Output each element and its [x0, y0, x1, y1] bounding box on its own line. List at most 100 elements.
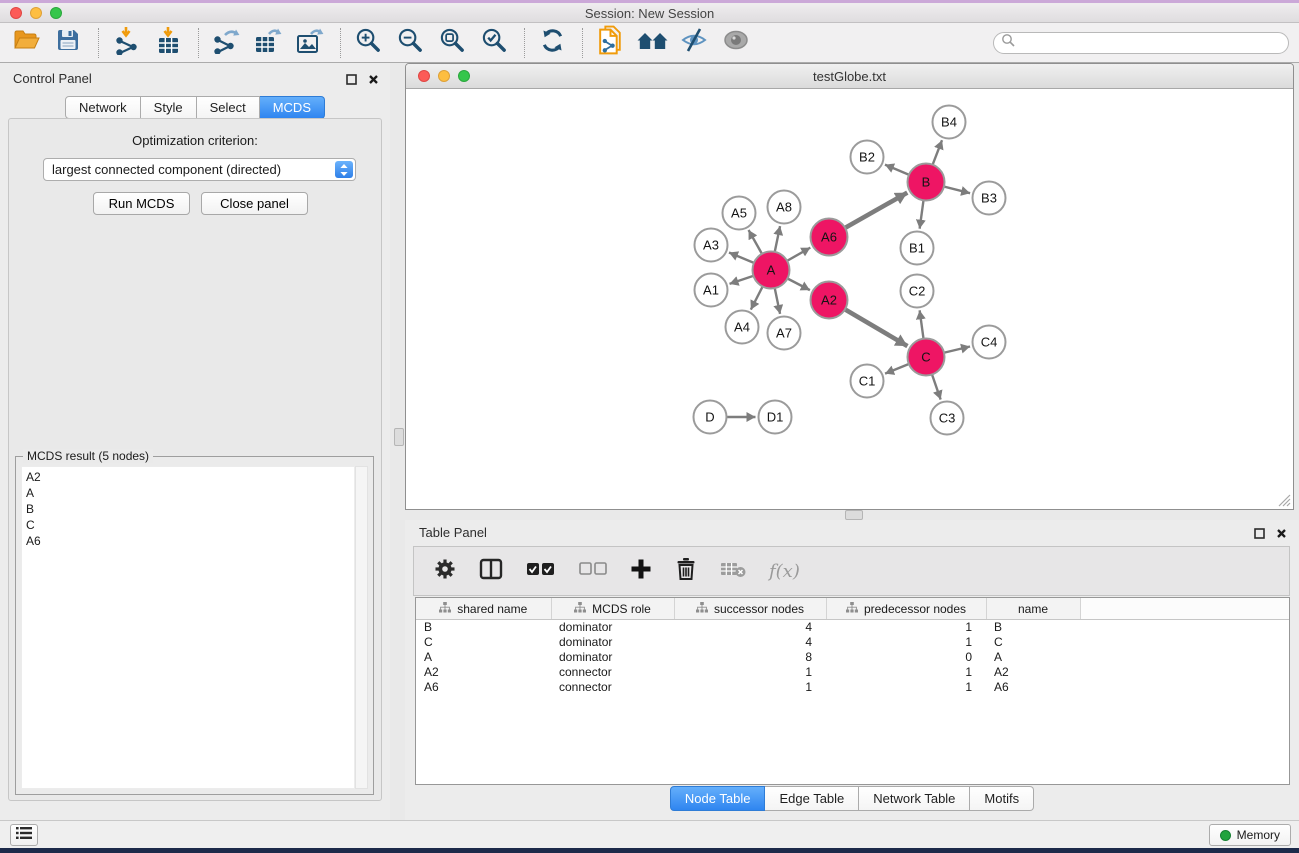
table-cell[interactable]: 1 [826, 620, 986, 636]
export-image-button[interactable] [294, 27, 326, 59]
table-cell[interactable]: B [416, 620, 551, 636]
zoom-selected-button[interactable] [478, 27, 510, 59]
import-network-button[interactable] [110, 27, 142, 59]
float-panel-icon[interactable] [346, 72, 357, 90]
float-table-panel-icon[interactable] [1254, 526, 1265, 544]
column-header-name[interactable]: name [986, 598, 1080, 620]
window-resize-grip[interactable] [1278, 494, 1291, 507]
zoom-fit-button[interactable] [436, 27, 468, 59]
close-table-panel-icon[interactable] [1276, 526, 1287, 544]
new-session-button[interactable] [594, 27, 626, 59]
network-canvas[interactable]: B4B2BB3A8A5A6A3B1AA1C2A2A4A7C4CC1C3DD1 [406, 89, 1293, 509]
table-row[interactable]: Bdominator41B [416, 620, 1289, 636]
task-history-button[interactable] [10, 824, 38, 846]
table-cell[interactable]: A2 [416, 665, 551, 680]
graph-node-A[interactable]: A [753, 252, 790, 289]
table-cell[interactable]: 1 [826, 680, 986, 695]
table-cell[interactable]: 1 [674, 665, 826, 680]
column-header-shared-name[interactable]: shared name [416, 598, 551, 620]
search-input[interactable] [1019, 33, 1288, 53]
open-session-button[interactable] [10, 27, 42, 59]
memory-button[interactable]: Memory [1209, 824, 1291, 846]
table-cell[interactable]: A2 [986, 665, 1080, 680]
table-cell[interactable]: 4 [674, 635, 826, 650]
graph-node-D1[interactable]: D1 [759, 401, 792, 434]
table-row[interactable]: Cdominator41C [416, 635, 1289, 650]
table-cell[interactable]: 1 [826, 635, 986, 650]
import-table-button[interactable] [152, 27, 184, 59]
deselect-all-button[interactable] [579, 562, 607, 581]
graph-node-B4[interactable]: B4 [933, 106, 966, 139]
graph-node-D[interactable]: D [694, 401, 727, 434]
apply-function-button[interactable]: f(x) [769, 561, 800, 582]
column-header-predecessor-nodes[interactable]: predecessor nodes [826, 598, 986, 620]
graph-node-B2[interactable]: B2 [851, 141, 884, 174]
table-settings-button[interactable] [434, 558, 456, 585]
table-cell[interactable]: A [416, 650, 551, 665]
table-cell[interactable]: dominator [551, 650, 674, 665]
table-row[interactable]: A2connector11A2 [416, 665, 1289, 680]
graph-node-C4[interactable]: C4 [973, 326, 1006, 359]
graph-node-C1[interactable]: C1 [851, 365, 884, 398]
run-mcds-button[interactable]: Run MCDS [93, 192, 190, 215]
delete-table-button[interactable] [720, 560, 746, 583]
graph-node-B3[interactable]: B3 [973, 182, 1006, 215]
table-cell[interactable]: A6 [416, 680, 551, 695]
table-cell[interactable]: C [986, 635, 1080, 650]
graph-node-C2[interactable]: C2 [901, 275, 934, 308]
graph-node-A5[interactable]: A5 [723, 197, 756, 230]
table-cell[interactable]: 4 [674, 620, 826, 636]
mcds-result-item[interactable]: A6 [26, 533, 354, 549]
graph-node-A7[interactable]: A7 [768, 317, 801, 350]
toggle-columns-button[interactable] [479, 558, 503, 585]
tab-style[interactable]: Style [141, 96, 197, 119]
tab-network-table[interactable]: Network Table [859, 786, 970, 811]
tab-motifs[interactable]: Motifs [970, 786, 1034, 811]
hide-details-button[interactable] [678, 27, 710, 59]
graph-node-A8[interactable]: A8 [768, 191, 801, 224]
column-header-mcds-role[interactable]: MCDS role [551, 598, 674, 620]
graph-node-B1[interactable]: B1 [901, 232, 934, 265]
table-cell[interactable]: dominator [551, 635, 674, 650]
show-details-button[interactable] [720, 27, 752, 59]
tab-edge-table[interactable]: Edge Table [765, 786, 859, 811]
mcds-result-item[interactable]: A2 [26, 469, 354, 485]
node-table[interactable]: shared nameMCDS rolesuccessor nodesprede… [415, 597, 1290, 785]
graph-node-B[interactable]: B [908, 164, 945, 201]
table-row[interactable]: A6connector11A6 [416, 680, 1289, 695]
tab-mcds[interactable]: MCDS [260, 96, 325, 119]
table-cell[interactable]: A [986, 650, 1080, 665]
select-all-button[interactable] [526, 561, 556, 582]
export-network-button[interactable] [210, 27, 242, 59]
graph-node-C[interactable]: C [908, 339, 945, 376]
table-cell[interactable]: 1 [674, 680, 826, 695]
search-box[interactable] [993, 32, 1289, 54]
close-panel-button[interactable]: Close panel [201, 192, 308, 215]
column-header-successor-nodes[interactable]: successor nodes [674, 598, 826, 620]
table-cell[interactable]: B [986, 620, 1080, 636]
export-table-button[interactable] [252, 27, 284, 59]
zoom-out-button[interactable] [394, 27, 426, 59]
graph-node-A4[interactable]: A4 [726, 311, 759, 344]
network-window-titlebar[interactable]: testGlobe.txt [406, 64, 1293, 89]
table-cell[interactable]: 1 [826, 665, 986, 680]
tab-select[interactable]: Select [197, 96, 260, 119]
table-cell[interactable]: dominator [551, 620, 674, 636]
save-session-button[interactable] [52, 27, 84, 59]
table-cell[interactable]: connector [551, 680, 674, 695]
horizontal-split-handle[interactable] [845, 510, 863, 520]
graph-node-A6[interactable]: A6 [811, 219, 848, 256]
tab-node-table[interactable]: Node Table [670, 786, 766, 811]
home-button[interactable] [636, 27, 668, 59]
table-cell[interactable]: 8 [674, 650, 826, 665]
table-cell[interactable]: A6 [986, 680, 1080, 695]
graph-node-C3[interactable]: C3 [931, 402, 964, 435]
result-list-scrollbar[interactable] [355, 466, 368, 789]
delete-column-button[interactable] [675, 557, 697, 586]
tab-network[interactable]: Network [65, 96, 141, 119]
graph-node-A1[interactable]: A1 [695, 274, 728, 307]
table-row[interactable]: Adominator80A [416, 650, 1289, 665]
zoom-in-button[interactable] [352, 27, 384, 59]
mcds-result-list[interactable]: A2ABCA6 [21, 466, 355, 789]
close-panel-icon[interactable] [368, 72, 379, 90]
